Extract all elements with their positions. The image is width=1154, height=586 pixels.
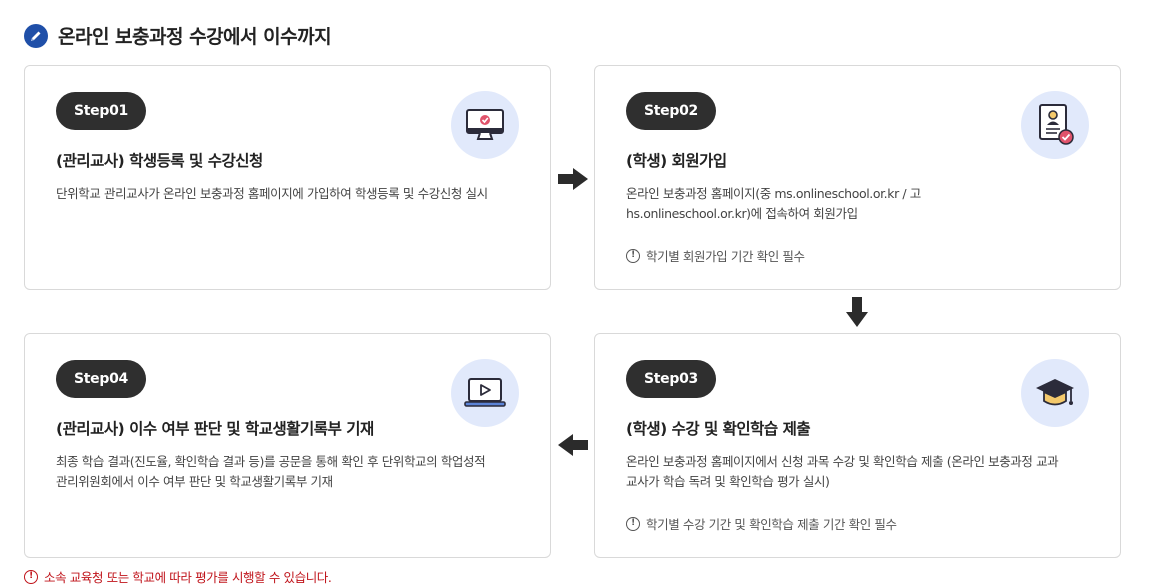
step-title: (관리교사) 학생등록 및 수강신청 — [56, 152, 263, 170]
laptop-play-icon — [451, 359, 519, 427]
page-title: 온라인 보충과정 수강에서 이수까지 — [58, 26, 332, 48]
step-card-3: Step03 (학생) 수강 및 확인학습 제출 온라인 보충과정 홈페이지에서… — [594, 333, 1121, 558]
arrow-down-icon — [846, 297, 868, 327]
step-card-1: Step01 (관리교사) 학생등록 및 수강신청 단위학교 관리교사가 온라인… — [24, 65, 551, 290]
step-description: 최종 학습 결과(진도율, 확인학습 결과 등)를 공문을 통해 확인 후 단위… — [56, 454, 486, 489]
step-note: ! 학기별 회원가입 기간 확인 필수 — [626, 246, 805, 265]
step-description: 온라인 보충과정 홈페이지(중 ms.onlineschool.or.kr / … — [626, 186, 921, 221]
pencil-icon — [24, 23, 48, 48]
step-title: (관리교사) 이수 여부 판단 및 학교생활기록부 기재 — [56, 420, 374, 438]
monitor-check-icon — [451, 91, 519, 159]
step-note-text: 학기별 수강 기간 및 확인학습 제출 기간 확인 필수 — [646, 517, 897, 532]
step-title: (학생) 회원가입 — [626, 152, 727, 170]
step-badge: Step04 — [56, 360, 146, 398]
step-description: 온라인 보충과정 홈페이지에서 신청 과목 수강 및 확인학습 제출 (온라인 … — [626, 454, 1059, 489]
info-icon: ! — [626, 516, 640, 531]
step-note-text: 학기별 회원가입 기간 확인 필수 — [646, 249, 805, 264]
step-description: 단위학교 관리교사가 온라인 보충과정 홈페이지에 가입하여 학생등록 및 수강… — [56, 186, 488, 201]
step-badge: Step01 — [56, 92, 146, 130]
info-icon: ! — [24, 569, 38, 584]
step-card-2: Step02 (학생) 회원가입 온라인 보충과정 홈페이지(중 ms.onli… — [594, 65, 1121, 290]
id-card-check-icon — [1021, 91, 1089, 159]
step-badge: Step03 — [626, 360, 716, 398]
arrow-right-icon — [558, 168, 588, 190]
step-card-4: Step04 (관리교사) 이수 여부 판단 및 학교생활기록부 기재 최종 학… — [24, 333, 551, 558]
step-badge: Step02 — [626, 92, 716, 130]
step-note: ! 학기별 수강 기간 및 확인학습 제출 기간 확인 필수 — [626, 514, 897, 533]
info-icon: ! — [626, 248, 640, 263]
footnote: ! 소속 교육청 또는 학교에 따라 평가를 시행할 수 있습니다. — [24, 567, 332, 586]
step-title: (학생) 수강 및 확인학습 제출 — [626, 420, 811, 438]
arrow-left-icon — [558, 434, 588, 456]
section-title: 온라인 보충과정 수강에서 이수까지 — [24, 22, 332, 49]
graduation-cap-icon — [1021, 359, 1089, 427]
footnote-text: 소속 교육청 또는 학교에 따라 평가를 시행할 수 있습니다. — [44, 570, 332, 585]
